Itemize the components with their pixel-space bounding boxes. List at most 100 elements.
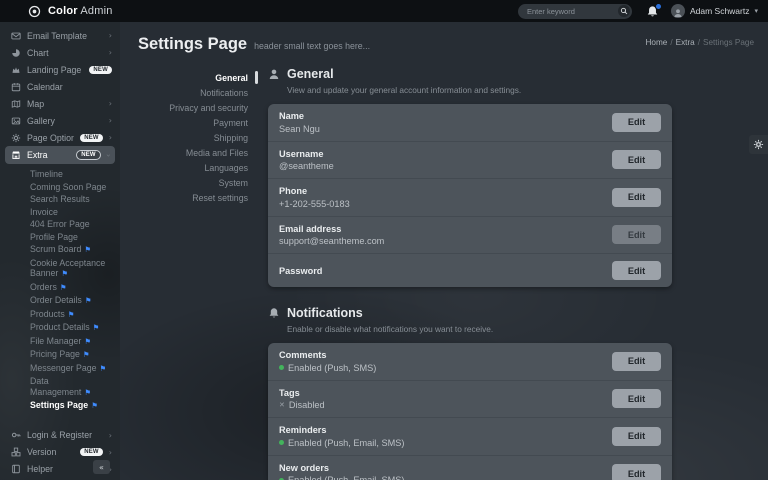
sidebar-item-page-options[interactable]: Page Options NEW › bbox=[0, 129, 120, 146]
edit-password-button[interactable]: Edit bbox=[612, 261, 661, 280]
settings-nav-reset-settings[interactable]: Reset settings bbox=[138, 190, 258, 205]
avatar bbox=[671, 4, 685, 18]
submenu-item-product-details[interactable]: Product Details⚑ bbox=[0, 321, 120, 335]
brand-target-icon bbox=[28, 5, 41, 18]
sidebar-item-version[interactable]: Version NEW › bbox=[0, 444, 120, 461]
sidebar-item-gallery[interactable]: Gallery › bbox=[0, 112, 120, 129]
sidebar-item-extra[interactable]: Extra NEW › bbox=[5, 146, 115, 164]
submenu-item-timeline[interactable]: Timeline bbox=[0, 168, 120, 181]
row-tags: Tags ✕Disabled Edit bbox=[268, 380, 672, 418]
highlight-flag-icon: ⚑ bbox=[83, 350, 90, 359]
active-nav-indicator bbox=[255, 71, 258, 84]
settings-nav-privacy[interactable]: Privacy and security bbox=[138, 100, 258, 115]
row-email: Email address support@seantheme.com Edit bbox=[268, 216, 672, 254]
envelope-icon bbox=[11, 31, 21, 41]
section-general: General View and update your general acc… bbox=[268, 67, 672, 287]
sidebar-item-map[interactable]: Map › bbox=[0, 95, 120, 112]
caret-down-icon: ▾ bbox=[754, 7, 758, 15]
settings-nav-shipping[interactable]: Shipping bbox=[138, 130, 258, 145]
section-desc: View and update your general account inf… bbox=[287, 85, 672, 95]
search-button[interactable] bbox=[618, 5, 630, 17]
breadcrumb-home[interactable]: Home bbox=[645, 38, 667, 47]
new-badge: NEW bbox=[80, 134, 103, 142]
edit-new-orders-button[interactable]: Edit bbox=[612, 464, 661, 480]
settings-nav-payment[interactable]: Payment bbox=[138, 115, 258, 130]
highlight-flag-icon: ⚑ bbox=[91, 401, 98, 410]
search-input[interactable] bbox=[527, 7, 618, 16]
submenu-item-search-results[interactable]: Search Results bbox=[0, 193, 120, 206]
highlight-flag-icon: ⚑ bbox=[84, 388, 91, 397]
search-icon bbox=[620, 7, 628, 15]
page-subtitle: header small text goes here... bbox=[254, 41, 370, 51]
brand-logo[interactable]: Color Admin bbox=[28, 5, 113, 18]
submenu-item-404-error-page[interactable]: 404 Error Page bbox=[0, 218, 120, 231]
user-name: Adam Schwartz bbox=[690, 6, 750, 16]
notification-badge bbox=[655, 3, 662, 10]
section-title: Notifications bbox=[287, 306, 363, 320]
submenu-item-messenger-page[interactable]: Messenger Page⚑ bbox=[0, 362, 120, 376]
chevron-right-icon: › bbox=[109, 431, 112, 440]
edit-email-button[interactable]: Edit bbox=[612, 225, 661, 244]
enabled-dot bbox=[279, 440, 284, 445]
highlight-flag-icon: ⚑ bbox=[84, 245, 91, 254]
sidebar-item-chart[interactable]: Chart › bbox=[0, 44, 120, 61]
chevron-right-icon: › bbox=[109, 99, 112, 108]
settings-nav-system[interactable]: System bbox=[138, 175, 258, 190]
edit-username-button[interactable]: Edit bbox=[612, 150, 661, 169]
new-badge: NEW bbox=[80, 448, 103, 456]
notifications-button[interactable] bbox=[646, 5, 659, 18]
submenu-item-data-management[interactable]: Data Management⚑ bbox=[0, 375, 120, 399]
settings-nav-languages[interactable]: Languages bbox=[138, 160, 258, 175]
row-comments: Comments Enabled (Push, SMS) Edit bbox=[268, 343, 672, 380]
settings-nav-notifications[interactable]: Notifications bbox=[138, 85, 258, 100]
sidebar-item-login-register[interactable]: Login & Register › bbox=[0, 427, 120, 444]
row-reminders: Reminders Enabled (Push, Email, SMS) Edi… bbox=[268, 417, 672, 455]
gears-icon bbox=[11, 133, 21, 143]
row-username: Username @seantheme Edit bbox=[268, 141, 672, 179]
submenu-item-profile-page[interactable]: Profile Page bbox=[0, 231, 120, 244]
section-desc: Enable or disable what notifications you… bbox=[287, 324, 672, 334]
sidebar-item-calendar[interactable]: Calendar bbox=[0, 78, 120, 95]
row-new-orders: New orders Enabled (Push, Email, SMS) Ed… bbox=[268, 455, 672, 480]
submenu-item-order-details[interactable]: Order Details⚑ bbox=[0, 294, 120, 308]
breadcrumb-extra[interactable]: Extra bbox=[676, 38, 695, 47]
sidebar-collapse-button[interactable]: « bbox=[93, 460, 110, 474]
disabled-mark-icon: ✕ bbox=[279, 403, 285, 408]
settings-nav-media-files[interactable]: Media and Files bbox=[138, 145, 258, 160]
submenu-item-products[interactable]: Products⚑ bbox=[0, 308, 120, 322]
edit-phone-button[interactable]: Edit bbox=[612, 188, 661, 207]
submenu-item-cookie-acceptance-banner[interactable]: Cookie Acceptance Banner⚑ bbox=[0, 257, 120, 281]
row-name: Name Sean Ngu Edit bbox=[268, 104, 672, 141]
sidebar-item-email-template[interactable]: Email Template › bbox=[0, 27, 120, 44]
row-phone: Phone +1-202-555-0183 Edit bbox=[268, 178, 672, 216]
submenu-item-invoice[interactable]: Invoice bbox=[0, 206, 120, 219]
user-menu[interactable]: Adam Schwartz ▾ bbox=[671, 4, 758, 18]
highlight-flag-icon: ⚑ bbox=[61, 269, 68, 278]
highlight-flag-icon: ⚑ bbox=[84, 337, 91, 346]
breadcrumb: Home/Extra/Settings Page bbox=[645, 38, 754, 47]
notifications-card: Comments Enabled (Push, SMS) Edit Tags ✕… bbox=[268, 343, 672, 480]
highlight-flag-icon: ⚑ bbox=[85, 296, 92, 305]
map-icon bbox=[11, 99, 21, 109]
submenu-item-orders[interactable]: Orders⚑ bbox=[0, 281, 120, 295]
highlight-flag-icon: ⚑ bbox=[60, 283, 67, 292]
submenu-item-coming-soon-page[interactable]: Coming Soon Page bbox=[0, 181, 120, 194]
edit-comments-button[interactable]: Edit bbox=[612, 352, 661, 371]
highlight-flag-icon: ⚑ bbox=[93, 323, 100, 332]
submenu-item-pricing-page[interactable]: Pricing Page⚑ bbox=[0, 348, 120, 362]
chevron-right-icon: › bbox=[109, 448, 112, 457]
edit-name-button[interactable]: Edit bbox=[612, 113, 661, 132]
submenu-item-scrum-board[interactable]: Scrum Board⚑ bbox=[0, 243, 120, 257]
search-box bbox=[518, 4, 632, 19]
enabled-dot bbox=[279, 365, 284, 370]
submenu-item-file-manager[interactable]: File Manager⚑ bbox=[0, 335, 120, 349]
edit-tags-button[interactable]: Edit bbox=[612, 389, 661, 408]
theme-panel-toggle-button[interactable] bbox=[749, 135, 768, 154]
highlight-flag-icon: ⚑ bbox=[100, 364, 107, 373]
key-icon bbox=[11, 430, 21, 440]
edit-reminders-button[interactable]: Edit bbox=[612, 427, 661, 446]
sidebar-item-landing-page[interactable]: Landing Page NEW bbox=[0, 61, 120, 78]
submenu-item-settings-page[interactable]: Settings Page⚑ bbox=[0, 399, 120, 413]
settings-nav-general[interactable]: General bbox=[138, 70, 258, 85]
crown-icon bbox=[11, 65, 21, 75]
